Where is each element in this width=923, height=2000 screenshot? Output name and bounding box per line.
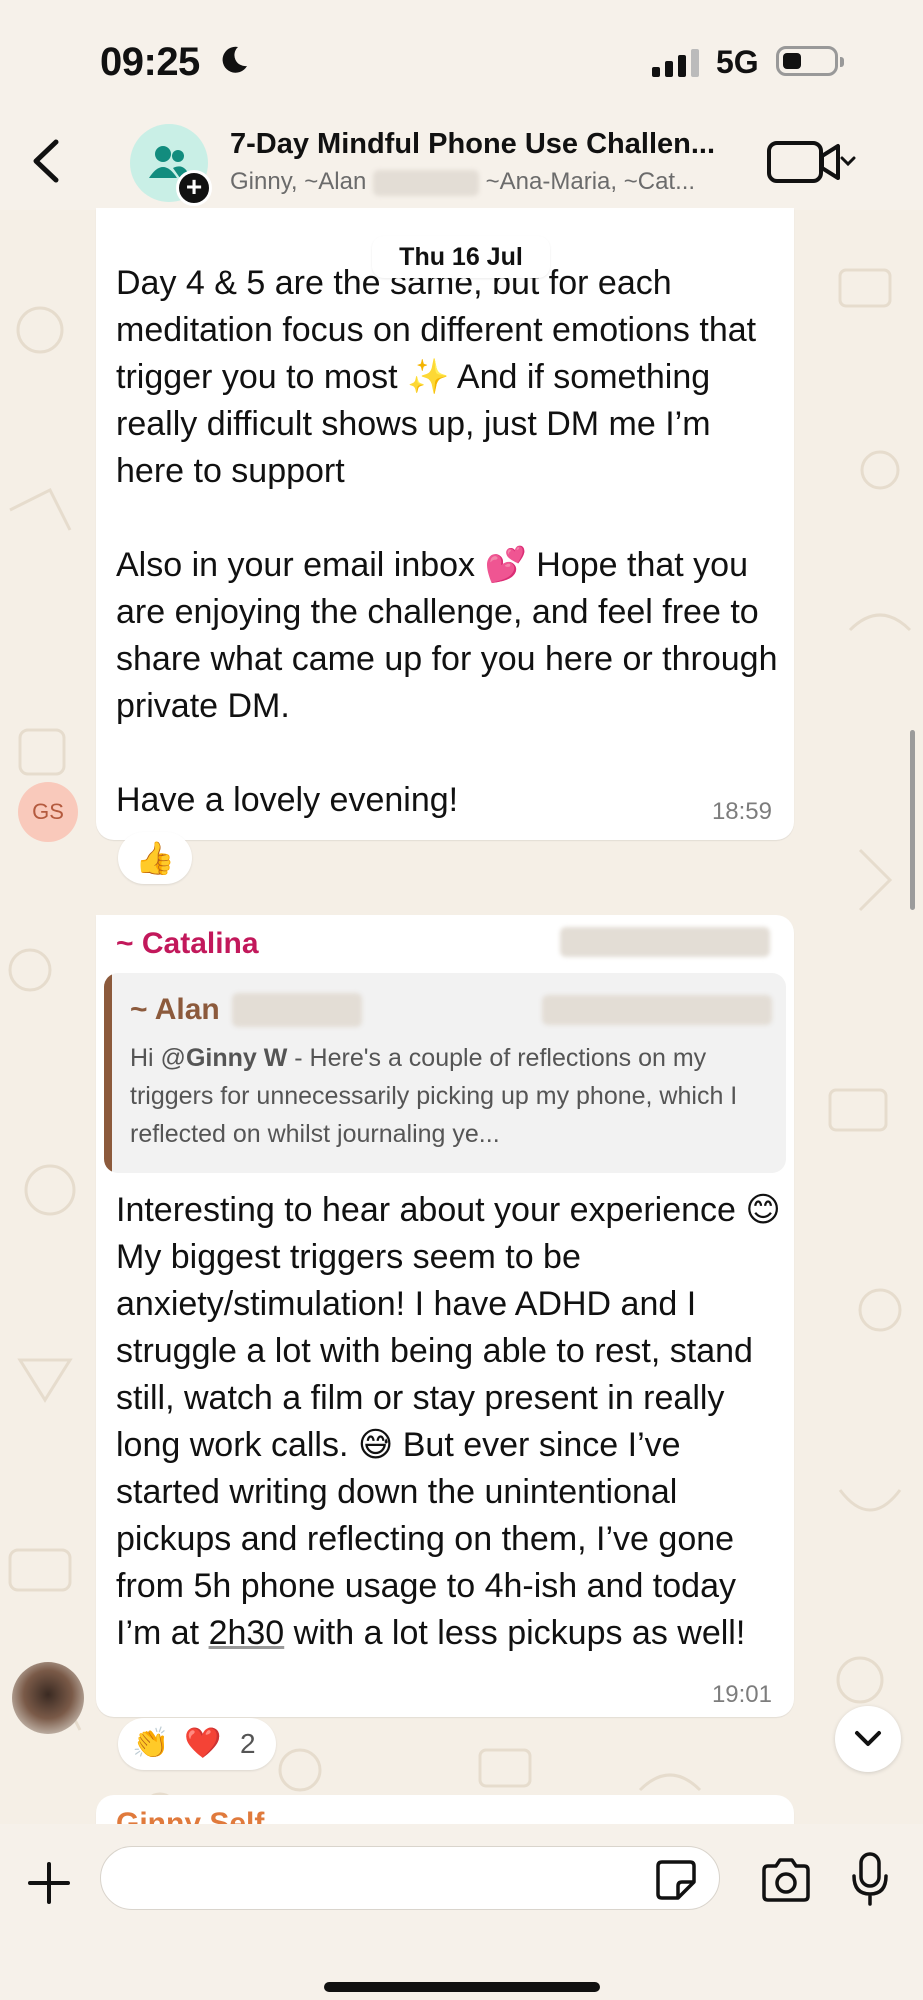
sender-name[interactable]: ~ Catalina [116, 927, 259, 961]
detected-link[interactable]: 2h30 [209, 1614, 285, 1652]
camera-icon[interactable] [760, 1858, 812, 1902]
heart-emoji: ❤️ [184, 1727, 222, 1760]
clap-emoji: 👏 [132, 1727, 170, 1760]
quote-sender: ~ Alan [130, 993, 220, 1026]
battery-icon [776, 46, 844, 76]
back-chevron-icon[interactable] [24, 136, 68, 186]
scroll-to-bottom-button[interactable] [835, 1706, 901, 1772]
redacted-name [232, 993, 362, 1027]
video-call-icon[interactable] [766, 138, 856, 186]
chat-title[interactable]: 7-Day Mindful Phone Use Challen... [230, 128, 715, 161]
date-separator: Thu 16 Jul [372, 236, 550, 278]
chevron-down-icon [840, 156, 856, 167]
members-end: ~Ana-Maria, ~Cat... [485, 168, 696, 195]
avatar[interactable] [12, 1662, 84, 1734]
message-text-part: Interesting to hear about your experienc… [116, 1191, 781, 1652]
quoted-message[interactable]: ~ Alan Hi @Ginny W - Here's a couple of … [104, 973, 786, 1173]
redacted-name [372, 169, 479, 196]
message-time: 19:01 [711, 1681, 772, 1708]
plus-badge-icon: + [176, 170, 212, 206]
reaction-badge[interactable]: 👏 ❤️ 2 [118, 1718, 276, 1770]
members-start: Ginny, ~Alan [230, 168, 367, 195]
message-text-part: with a lot less pickups as well! [284, 1614, 746, 1652]
redacted-phone [560, 927, 770, 957]
chat-header: + 7-Day Mindful Phone Use Challen... Gin… [0, 120, 923, 210]
scrollbar[interactable] [910, 730, 915, 910]
status-bar: 09:25 5G [0, 0, 923, 120]
composer-bar [0, 1824, 923, 2000]
message-bubble[interactable]: ~ Catalina ~ Alan Hi @Ginny W - Here's a… [96, 915, 794, 1717]
message-text: Interesting to hear about your experienc… [116, 1187, 788, 1657]
chevron-down-icon [855, 1731, 881, 1746]
chat-members[interactable]: Ginny, ~Alan ~Ana-Maria, ~Cat... [230, 168, 695, 196]
signal-strength-icon [652, 47, 699, 77]
focus-moon-icon [222, 46, 247, 73]
clock: 09:25 [100, 40, 200, 84]
sticker-icon[interactable] [654, 1858, 698, 1902]
message-input[interactable] [100, 1846, 720, 1910]
avatar[interactable]: GS [18, 782, 78, 842]
reaction-count: 2 [240, 1728, 256, 1759]
home-indicator [324, 1982, 600, 1992]
quote-bar [104, 973, 112, 1173]
microphone-icon[interactable] [850, 1852, 890, 1906]
redacted-phone [542, 995, 772, 1025]
network-type: 5G [716, 44, 759, 80]
message-bubble[interactable]: Day 4 & 5 are the same, but for each med… [96, 208, 794, 840]
message-time: 18:59 [711, 798, 772, 825]
reaction-badge[interactable]: 👍 [118, 832, 192, 884]
quote-text: Hi @Ginny W - Here's a couple of reflect… [130, 1039, 770, 1153]
quote-prefix: Hi @ [130, 1044, 186, 1072]
plus-icon[interactable] [26, 1860, 72, 1906]
mention: Ginny W [185, 1044, 288, 1072]
message-text: Day 4 & 5 are the same, but for each med… [116, 264, 778, 819]
